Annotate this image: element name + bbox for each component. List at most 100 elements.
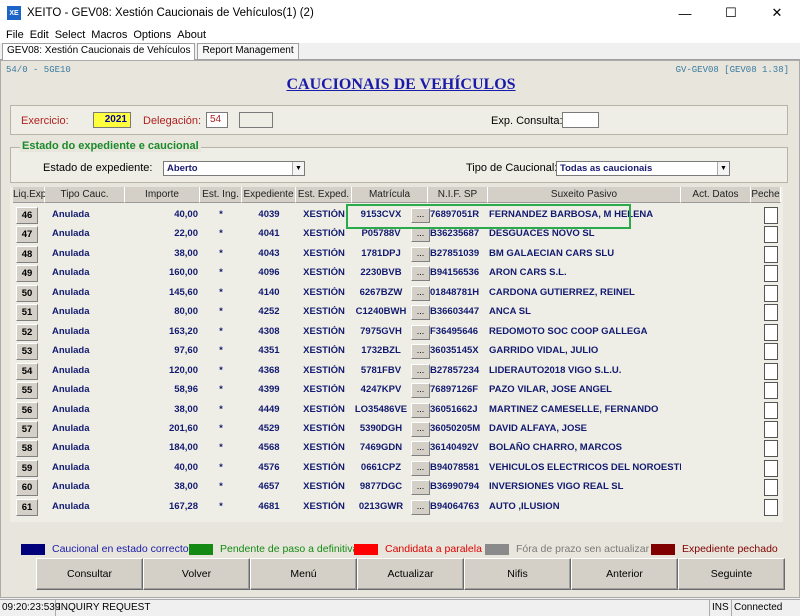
menu-about[interactable]: About <box>174 29 209 41</box>
cell-nif: B27857234 <box>430 364 480 376</box>
lookup-button[interactable]: ... <box>411 344 430 360</box>
anterior-button[interactable]: Anterior <box>571 558 678 590</box>
row-number-button[interactable]: 59 <box>16 459 38 477</box>
row-number-button[interactable]: 50 <box>16 284 38 302</box>
cell-nif: 36050205M <box>430 422 481 434</box>
lookup-button[interactable]: ... <box>411 499 430 515</box>
lookup-button[interactable]: ... <box>411 441 430 457</box>
menu-file[interactable]: File <box>3 29 27 41</box>
cell-tipo: Anulada <box>52 267 90 279</box>
peche-checkbox[interactable] <box>764 401 778 419</box>
peche-checkbox[interactable] <box>764 245 778 263</box>
lookup-button[interactable]: ... <box>411 266 430 282</box>
cell-importe: 38,00 <box>174 247 198 259</box>
exp-consulta-field[interactable] <box>562 112 599 128</box>
menu-options[interactable]: Options <box>130 29 174 41</box>
lookup-button[interactable]: ... <box>411 246 430 262</box>
maximize-button[interactable]: ☐ <box>708 0 754 26</box>
consultar-button[interactable]: Consultar <box>36 558 143 590</box>
row-number-button[interactable]: 48 <box>16 245 38 263</box>
row-number-button[interactable]: 61 <box>16 498 38 516</box>
cell-expediente: 4041 <box>258 228 280 240</box>
menu-select[interactable]: Select <box>52 29 89 41</box>
cell-suxeito: GARRIDO VIDAL, JULIO <box>489 345 599 357</box>
row-number-button[interactable]: 53 <box>16 343 38 361</box>
exercicio-label: Exercicio: <box>21 115 69 127</box>
cell-est-exped: XESTIÓN <box>303 364 345 376</box>
lookup-button[interactable]: ... <box>411 402 430 418</box>
nifis-button[interactable]: Nifis <box>464 558 571 590</box>
row-number-button[interactable]: 51 <box>16 304 38 322</box>
table-row: 53 Anulada 97,60 * 4351 XESTIÓN 1732BZL 3603514… <box>10 341 783 361</box>
cell-est-exped: XESTIÓN <box>303 267 345 279</box>
table-row: 60 Anulada 38,00 * 4657 XESTIÓN 9877DGC B369907… <box>10 477 783 497</box>
peche-checkbox[interactable] <box>764 498 778 516</box>
peche-checkbox[interactable] <box>764 343 778 361</box>
peche-checkbox[interactable] <box>764 382 778 400</box>
lookup-button[interactable]: ... <box>411 285 430 301</box>
cell-tipo: Anulada <box>52 364 90 376</box>
cell-expediente: 4308 <box>258 325 280 337</box>
delegacion-field[interactable]: 54 <box>206 112 228 128</box>
peche-checkbox[interactable] <box>764 459 778 477</box>
peche-checkbox[interactable] <box>764 207 778 224</box>
menu-edit[interactable]: Edit <box>27 29 52 41</box>
cell-importe: 22,00 <box>174 228 198 240</box>
row-number-button[interactable]: 60 <box>16 479 38 497</box>
row-number-button[interactable]: 54 <box>16 362 38 380</box>
menu-button[interactable]: Menú <box>250 558 357 590</box>
close-button[interactable]: ✕ <box>754 0 800 26</box>
peche-checkbox[interactable] <box>764 226 778 244</box>
row-number-button[interactable]: 49 <box>16 265 38 283</box>
cell-expediente: 4529 <box>258 422 280 434</box>
peche-checkbox[interactable] <box>764 362 778 380</box>
lookup-button[interactable]: ... <box>411 324 430 340</box>
peche-checkbox[interactable] <box>764 440 778 458</box>
peche-checkbox[interactable] <box>764 420 778 438</box>
delegacion-extra-field <box>239 112 273 128</box>
menu-bar: File Edit Select Macros Options About <box>0 26 800 43</box>
peche-checkbox[interactable] <box>764 323 778 341</box>
lookup-button[interactable]: ... <box>411 460 430 476</box>
peche-checkbox[interactable] <box>764 304 778 322</box>
lookup-button[interactable]: ... <box>411 305 430 321</box>
peche-checkbox[interactable] <box>764 479 778 497</box>
actualizar-button[interactable]: Actualizar <box>357 558 464 590</box>
window-controls: — ☐ ✕ <box>662 0 800 26</box>
estado-select[interactable]: Aberto ▼ <box>163 161 305 176</box>
volver-button[interactable]: Volver <box>143 558 250 590</box>
exp-consulta-label: Exp. Consulta: <box>491 115 563 127</box>
lookup-button[interactable]: ... <box>411 227 430 243</box>
row-number-button[interactable]: 55 <box>16 382 38 400</box>
tipo-caucional-select[interactable]: Todas as caucionais ▼ <box>556 161 730 176</box>
lookup-button[interactable]: ... <box>411 383 430 399</box>
cell-expediente: 4568 <box>258 442 280 454</box>
cell-importe: 40,00 <box>174 461 198 473</box>
cell-importe: 201,60 <box>168 422 198 434</box>
seguinte-button[interactable]: Seguinte <box>678 558 785 590</box>
legend-swatch <box>354 543 378 555</box>
row-number-button[interactable]: 57 <box>16 420 38 438</box>
lookup-button[interactable]: ... <box>411 363 430 379</box>
tab-report-management[interactable]: Report Management <box>197 43 299 59</box>
row-number-button[interactable]: 46 <box>16 207 38 224</box>
menu-macros[interactable]: Macros <box>88 29 130 41</box>
peche-checkbox[interactable] <box>764 265 778 283</box>
lookup-button[interactable]: ... <box>411 480 430 496</box>
minimize-button[interactable]: — <box>662 0 708 26</box>
row-number-button[interactable]: 47 <box>16 226 38 244</box>
cell-nif: 36051662J <box>430 403 478 415</box>
cell-est-ing: * <box>219 325 223 337</box>
col-header-tipo-cauc: Tipo Cauc. <box>45 187 125 203</box>
lookup-button[interactable]: ... <box>411 421 430 437</box>
row-number-button[interactable]: 58 <box>16 440 38 458</box>
col-header-est-ing: Est. Ing. <box>200 187 242 203</box>
cell-tipo: Anulada <box>52 442 90 454</box>
row-number-button[interactable]: 56 <box>16 401 38 419</box>
peche-checkbox[interactable] <box>764 284 778 302</box>
cell-est-ing: * <box>219 267 223 279</box>
row-number-button[interactable]: 52 <box>16 323 38 341</box>
cell-est-ing: * <box>219 500 223 512</box>
exercicio-field[interactable]: 2021 <box>93 112 131 128</box>
tab-gev08[interactable]: GEV08: Xestión Caucionais de Vehículos <box>2 43 196 60</box>
